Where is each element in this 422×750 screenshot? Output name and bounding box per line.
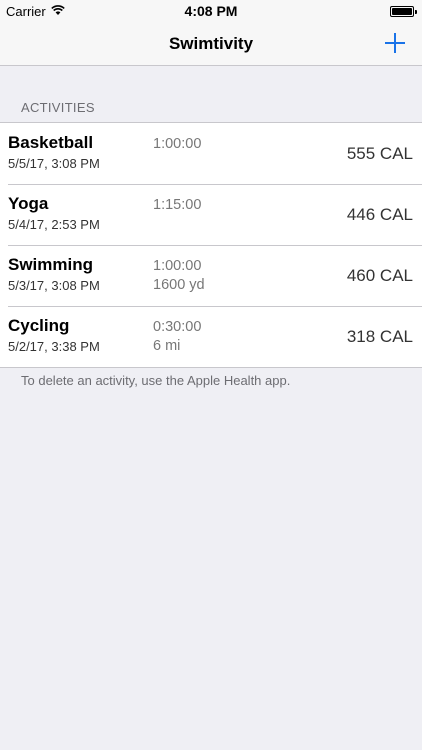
- activity-date: 5/5/17, 3:08 PM: [8, 156, 100, 171]
- activity-row-basketball[interactable]: Basketball 5/5/17, 3:08 PM 1:00:00 555 C…: [0, 123, 422, 184]
- activity-duration: 1:00:00: [153, 258, 202, 274]
- activity-distance: 1600 yd: [153, 277, 205, 293]
- activity-name: Basketball: [8, 133, 94, 152]
- activity-row-cycling[interactable]: Cycling 5/2/17, 3:38 PM 0:30:00 6 mi 318…: [0, 306, 422, 367]
- delete-hint: To delete an activity, use the Apple Hea…: [21, 373, 291, 388]
- activity-duration: 1:00:00: [153, 136, 202, 152]
- activity-distance: 6 mi: [153, 338, 181, 354]
- battery-icon: [390, 6, 417, 17]
- activities-table: Basketball 5/5/17, 3:08 PM 1:00:00 555 C…: [0, 122, 422, 368]
- activity-name: Yoga: [8, 194, 49, 213]
- status-time: 4:08 PM: [184, 3, 238, 19]
- activity-date: 5/2/17, 3:38 PM: [8, 339, 100, 354]
- activity-date: 5/3/17, 3:08 PM: [8, 278, 100, 293]
- activity-name: Swimming: [8, 255, 94, 274]
- page-title: Swimtivity: [168, 34, 254, 53]
- section-header: ACTIVITIES: [21, 100, 95, 115]
- activity-duration: 0:30:00: [153, 319, 202, 335]
- status-bar: Carrier 4:08 PM: [0, 0, 422, 22]
- activity-calories: 318 CAL: [346, 327, 413, 346]
- activity-calories: 555 CAL: [346, 144, 413, 163]
- activity-date: 5/4/17, 2:53 PM: [8, 217, 100, 232]
- activity-calories: 460 CAL: [346, 266, 413, 285]
- plus-icon: [385, 33, 405, 53]
- activity-row-swimming[interactable]: Swimming 5/3/17, 3:08 PM 1:00:00 1600 yd…: [0, 245, 422, 306]
- activity-calories: 446 CAL: [346, 205, 413, 224]
- add-activity-button[interactable]: [382, 30, 408, 56]
- navigation-bar: Swimtivity: [0, 22, 422, 66]
- activity-name: Cycling: [8, 316, 70, 335]
- activity-row-yoga[interactable]: Yoga 5/4/17, 2:53 PM 1:15:00 446 CAL: [0, 184, 422, 245]
- activity-duration: 1:15:00: [153, 197, 202, 213]
